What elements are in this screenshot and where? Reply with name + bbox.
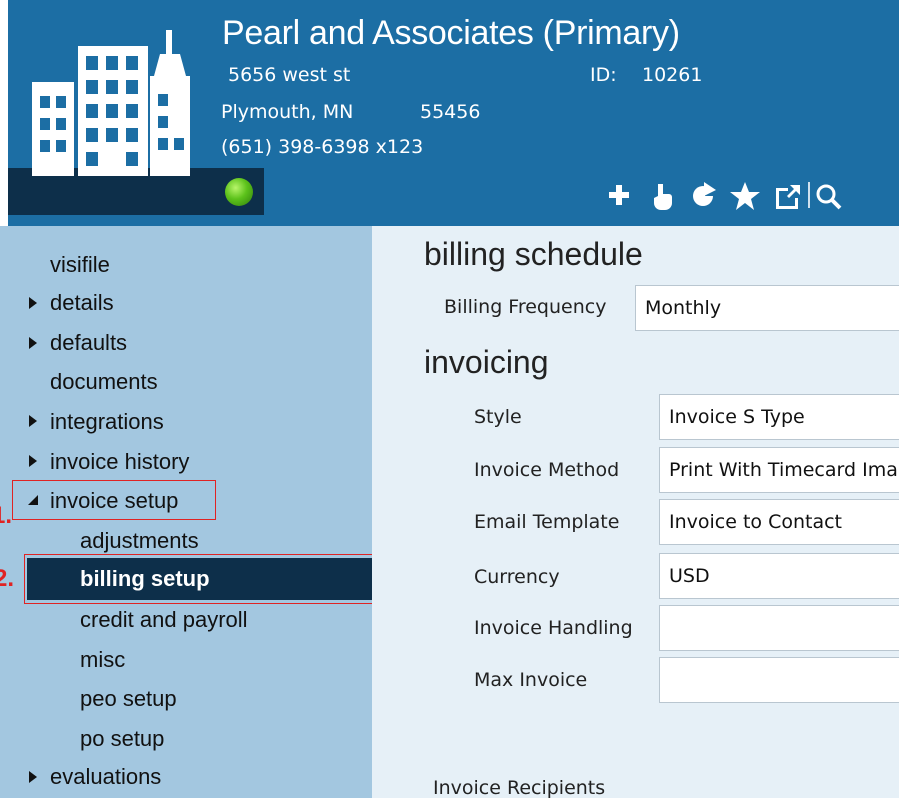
sidebar-item-credit-and-payroll[interactable]: credit and payroll [80, 602, 248, 638]
invoice-handling-select[interactable] [659, 605, 899, 651]
expand-arrow-icon[interactable] [28, 770, 38, 784]
invoice-method-select[interactable]: Print With Timecard Ima [659, 447, 899, 493]
sidebar-item-invoice-history[interactable]: invoice history [50, 444, 189, 480]
hand-pointer-icon[interactable] [644, 176, 678, 216]
star-icon[interactable] [728, 176, 762, 216]
billing-schedule-title: billing schedule [424, 236, 643, 272]
plus-icon[interactable] [602, 176, 636, 216]
annotation-box-billing-setup [24, 554, 406, 604]
currency-label: Currency [474, 566, 560, 588]
invoice-method-label: Invoice Method [474, 459, 620, 481]
company-city-state: Plymouth, MN [221, 101, 354, 123]
expand-arrow-icon[interactable] [28, 454, 38, 468]
billing-frequency-label: Billing Frequency [444, 296, 607, 318]
sidebar-item-integrations[interactable]: integrations [50, 404, 164, 440]
sidebar-item-visifile[interactable]: visifile [50, 247, 110, 283]
search-icon[interactable] [814, 176, 844, 216]
company-id-value: 10261 [642, 64, 703, 86]
expand-arrow-icon[interactable] [28, 336, 38, 350]
company-id-label: ID: [590, 64, 617, 86]
open-external-icon[interactable] [770, 176, 804, 216]
annotation-number-2: 2. [0, 565, 15, 592]
sidebar-item-peo-setup[interactable]: peo setup [80, 681, 177, 717]
invoice-recipients-label: Invoice Recipients [433, 777, 606, 799]
expand-arrow-icon[interactable] [28, 296, 38, 310]
company-name: Pearl and Associates (Primary) [222, 14, 680, 52]
email-template-select[interactable]: Invoice to Contact [659, 499, 899, 545]
company-phone: (651) 398-6398 x123 [221, 136, 424, 158]
company-street: 5656 west st [228, 64, 351, 86]
sidebar-item-details[interactable]: details [50, 285, 114, 321]
max-invoice-label: Max Invoice [474, 669, 588, 691]
sidebar-item-documents[interactable]: documents [50, 364, 158, 400]
sidebar-item-misc[interactable]: misc [80, 642, 125, 678]
max-invoice-input[interactable] [659, 657, 899, 703]
annotation-number-1: 1. [0, 502, 13, 529]
invoice-handling-label: Invoice Handling [474, 617, 633, 639]
email-template-label: Email Template [474, 511, 620, 533]
sidebar-item-po-setup[interactable]: po setup [80, 721, 164, 757]
status-indicator [225, 178, 253, 206]
style-label: Style [474, 406, 522, 428]
sidebar-item-defaults[interactable]: defaults [50, 325, 127, 361]
annotation-box-invoice-setup [12, 480, 216, 520]
refresh-icon[interactable] [686, 176, 720, 216]
toolbar-divider [808, 182, 810, 208]
style-select[interactable]: Invoice S Type [659, 394, 899, 440]
company-zip: 55456 [420, 101, 481, 123]
currency-select[interactable]: USD [659, 553, 899, 599]
billing-frequency-select[interactable]: Monthly [635, 285, 899, 331]
building-icon [32, 30, 190, 176]
sidebar-item-evaluations[interactable]: evaluations [50, 759, 161, 795]
expand-arrow-icon[interactable] [28, 414, 38, 428]
invoicing-title: invoicing [424, 344, 549, 380]
